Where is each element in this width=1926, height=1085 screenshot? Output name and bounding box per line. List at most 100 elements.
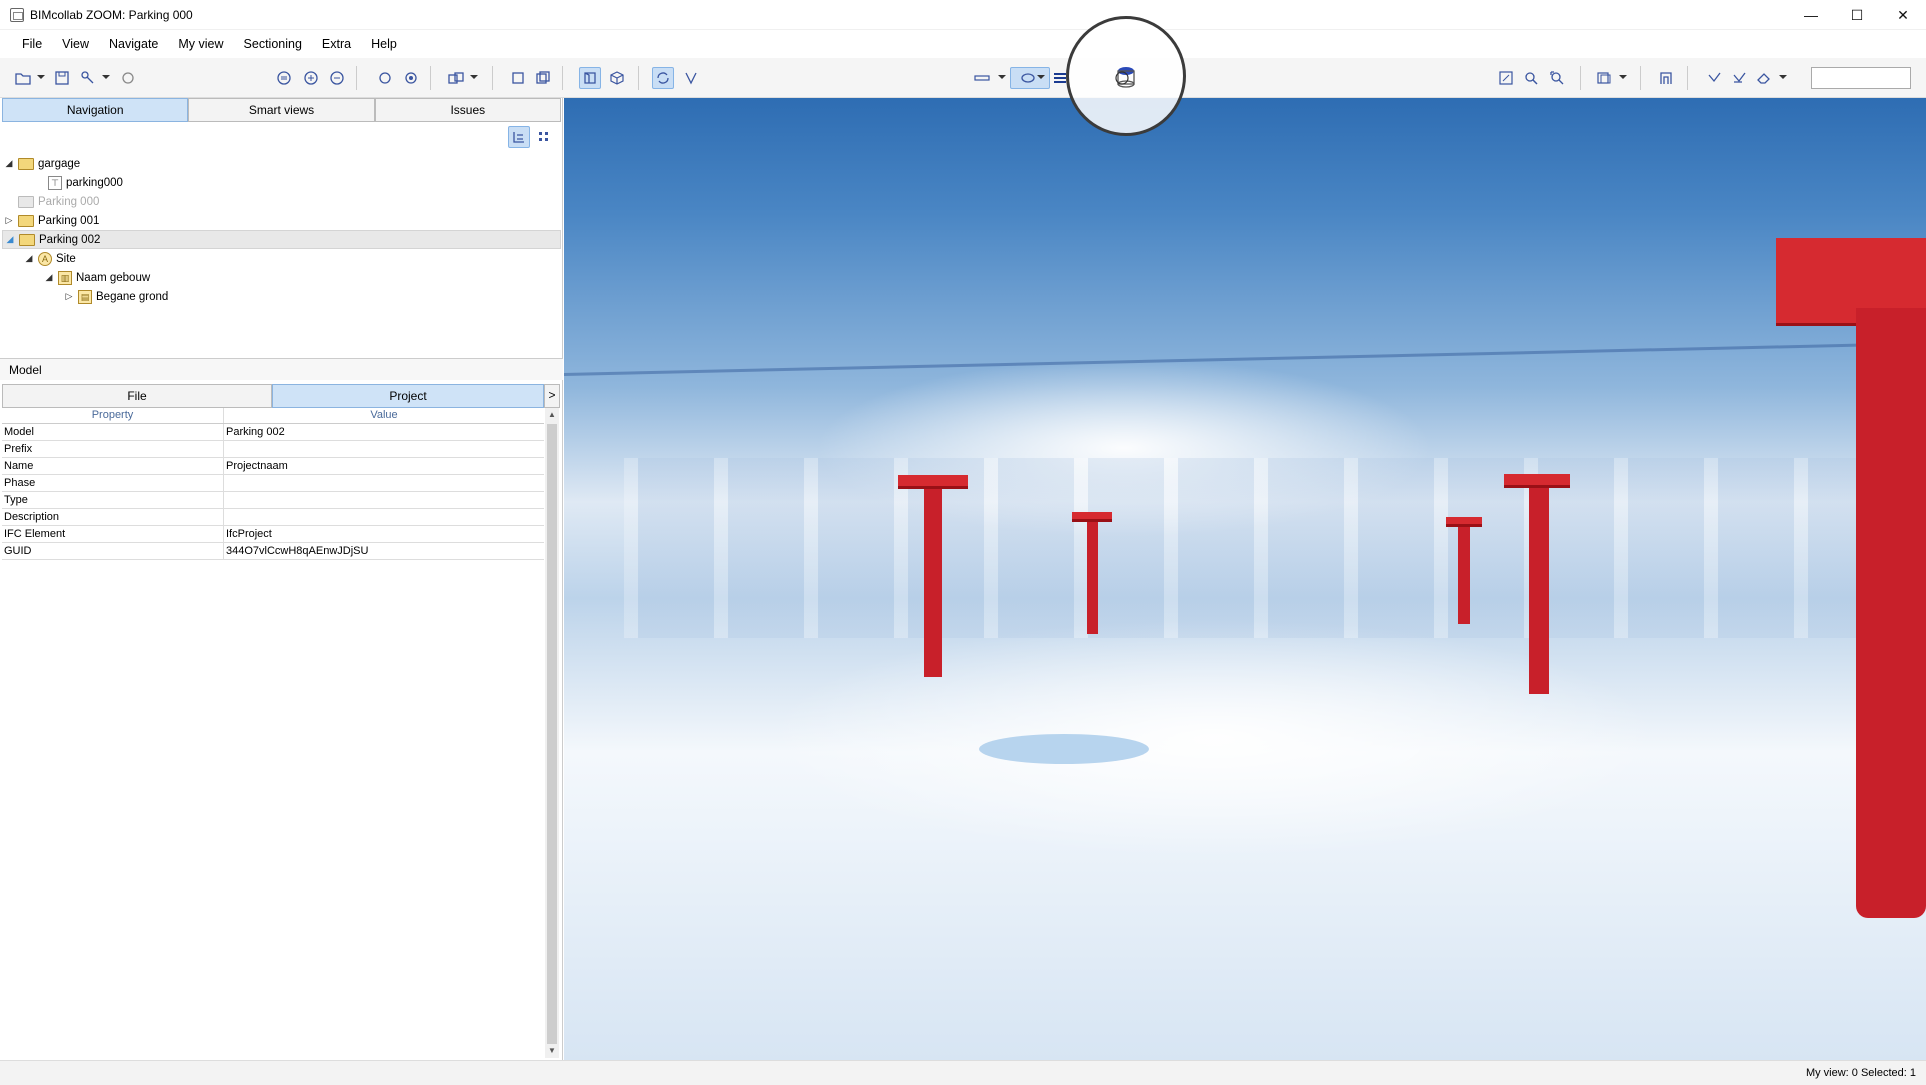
- close-button[interactable]: ✕: [1880, 0, 1926, 30]
- property-value: [224, 509, 544, 525]
- list-view-icon[interactable]: [534, 126, 556, 148]
- scroll-up-icon[interactable]: ▲: [545, 408, 559, 422]
- shapes-icon[interactable]: [445, 67, 467, 89]
- orbit-icon[interactable]: [652, 67, 674, 89]
- expander-icon[interactable]: ▷: [62, 291, 76, 302]
- markup-icon[interactable]: [1728, 67, 1750, 89]
- status-bar: My view: 0 Selected: 1: [0, 1060, 1926, 1085]
- table-row[interactable]: GUID 344O7vlCcwH8qAEnwJDjSU: [2, 543, 544, 560]
- floorplan-icon[interactable]: [1655, 67, 1677, 89]
- menu-file[interactable]: File: [12, 30, 52, 58]
- tab-smart-views[interactable]: Smart views: [188, 98, 375, 122]
- measure-dropdown-icon[interactable]: [998, 75, 1006, 79]
- table-row[interactable]: Description: [2, 509, 544, 526]
- tree-item-label: Site: [56, 252, 76, 265]
- zoom-fit-icon[interactable]: [273, 67, 295, 89]
- link-icon[interactable]: [77, 67, 99, 89]
- scrollbar-thumb[interactable]: [547, 424, 557, 1044]
- tree-item-gargage[interactable]: ◢ gargage: [2, 154, 561, 173]
- column-cap[interactable]: [1072, 512, 1112, 522]
- tab-project[interactable]: Project: [272, 384, 544, 408]
- expander-icon[interactable]: ◢: [42, 272, 56, 283]
- expander-icon[interactable]: ◢: [22, 253, 36, 264]
- property-key: Phase: [2, 475, 224, 491]
- property-key: Description: [2, 509, 224, 525]
- menu-navigate[interactable]: Navigate: [99, 30, 168, 58]
- maximize-button[interactable]: ☐: [1834, 0, 1880, 30]
- tab-issues[interactable]: Issues: [374, 98, 561, 122]
- column-cap[interactable]: [1446, 517, 1482, 527]
- table-row[interactable]: IFC Element IfcProject: [2, 526, 544, 543]
- scroll-down-icon[interactable]: ▼: [545, 1044, 559, 1058]
- menu-sectioning[interactable]: Sectioning: [234, 30, 312, 58]
- open-file-icon[interactable]: [12, 67, 34, 89]
- table-row[interactable]: Type: [2, 492, 544, 509]
- tree-item-naam-gebouw[interactable]: ◢ ▥ Naam gebouw: [2, 268, 561, 287]
- perspective-view-icon[interactable]: [579, 67, 601, 89]
- tree-item-parking-002[interactable]: ◢ Parking 002: [2, 230, 561, 249]
- table-row[interactable]: Phase: [2, 475, 544, 492]
- light-settings-icon[interactable]: [400, 67, 422, 89]
- eraser-icon[interactable]: [1753, 67, 1775, 89]
- copy-view-icon[interactable]: [532, 67, 554, 89]
- table-row[interactable]: Name Projectnaam: [2, 458, 544, 475]
- expander-icon[interactable]: ▷: [2, 215, 16, 226]
- zoom-out-icon[interactable]: [326, 67, 348, 89]
- tree-item-label: gargage: [38, 157, 81, 170]
- tab-file[interactable]: File: [2, 384, 272, 408]
- save-icon[interactable]: [51, 67, 73, 89]
- minimize-button[interactable]: —: [1788, 0, 1834, 30]
- section-dropdown-icon[interactable]: [1619, 75, 1627, 79]
- table-row[interactable]: Model Parking 002: [2, 424, 544, 441]
- ifc-file-icon: ⊤: [48, 175, 62, 190]
- cube-view-icon[interactable]: [606, 67, 628, 89]
- property-scrollbar[interactable]: ▲ ▼: [545, 408, 559, 1058]
- fullscreen-icon[interactable]: [1495, 67, 1517, 89]
- expander-icon[interactable]: ◢: [2, 158, 16, 169]
- expander-icon[interactable]: ◢: [3, 234, 17, 245]
- tab-scroll-right-icon[interactable]: >: [544, 384, 560, 408]
- column-header-property[interactable]: Property: [2, 408, 224, 423]
- column-cap[interactable]: [1504, 474, 1570, 488]
- tree-item-parking000[interactable]: ⊤ parking000: [2, 173, 561, 192]
- sync-icon[interactable]: [117, 67, 139, 89]
- column-header-value[interactable]: Value: [224, 408, 544, 423]
- eraser-dropdown-icon[interactable]: [1779, 75, 1787, 79]
- tree-item-site[interactable]: ◢ A Site: [2, 249, 561, 268]
- toolbar-separator: [1640, 66, 1641, 90]
- menu-help[interactable]: Help: [361, 30, 407, 58]
- column[interactable]: [1529, 488, 1549, 694]
- zoom-extents-icon[interactable]: [1546, 67, 1568, 89]
- light-icon[interactable]: [374, 67, 396, 89]
- property-value: 344O7vlCcwH8qAEnwJDjSU: [226, 545, 369, 557]
- table-row[interactable]: Prefix: [2, 441, 544, 458]
- menu-extra[interactable]: Extra: [312, 30, 361, 58]
- link-dropdown-icon[interactable]: [102, 75, 110, 79]
- zoom-selection-icon[interactable]: [1520, 67, 1542, 89]
- 3d-viewport[interactable]: [564, 98, 1926, 1060]
- box-select-icon[interactable]: [507, 67, 529, 89]
- tree-item-parking-001[interactable]: ▷ Parking 001: [2, 211, 561, 230]
- column[interactable]: [1856, 308, 1926, 918]
- column[interactable]: [1087, 522, 1098, 634]
- menu-my-view[interactable]: My view: [168, 30, 233, 58]
- column-cap[interactable]: [898, 475, 968, 489]
- tree-item-parking-000[interactable]: Parking 000: [2, 192, 561, 211]
- shapes-dropdown-icon[interactable]: [470, 75, 478, 79]
- menu-view[interactable]: View: [52, 30, 99, 58]
- add-marker-icon[interactable]: [1703, 67, 1725, 89]
- section-box-icon[interactable]: [1593, 67, 1615, 89]
- column[interactable]: [924, 489, 942, 677]
- cylinder-cursor-icon[interactable]: [1112, 64, 1138, 90]
- property-key: Type: [2, 492, 224, 508]
- tree-item-begane-grond[interactable]: ▷ ▤ Begane grond: [2, 287, 561, 306]
- search-input[interactable]: [1811, 67, 1911, 89]
- walk-icon[interactable]: [680, 67, 702, 89]
- column[interactable]: [1458, 527, 1470, 624]
- tab-navigation[interactable]: Navigation: [2, 98, 189, 122]
- measure-icon[interactable]: [971, 67, 993, 89]
- zoom-in-icon[interactable]: [300, 67, 322, 89]
- tree-view-icon[interactable]: [508, 126, 530, 148]
- open-dropdown-icon[interactable]: [37, 75, 45, 79]
- shape-dropdown-icon[interactable]: [1037, 75, 1045, 79]
